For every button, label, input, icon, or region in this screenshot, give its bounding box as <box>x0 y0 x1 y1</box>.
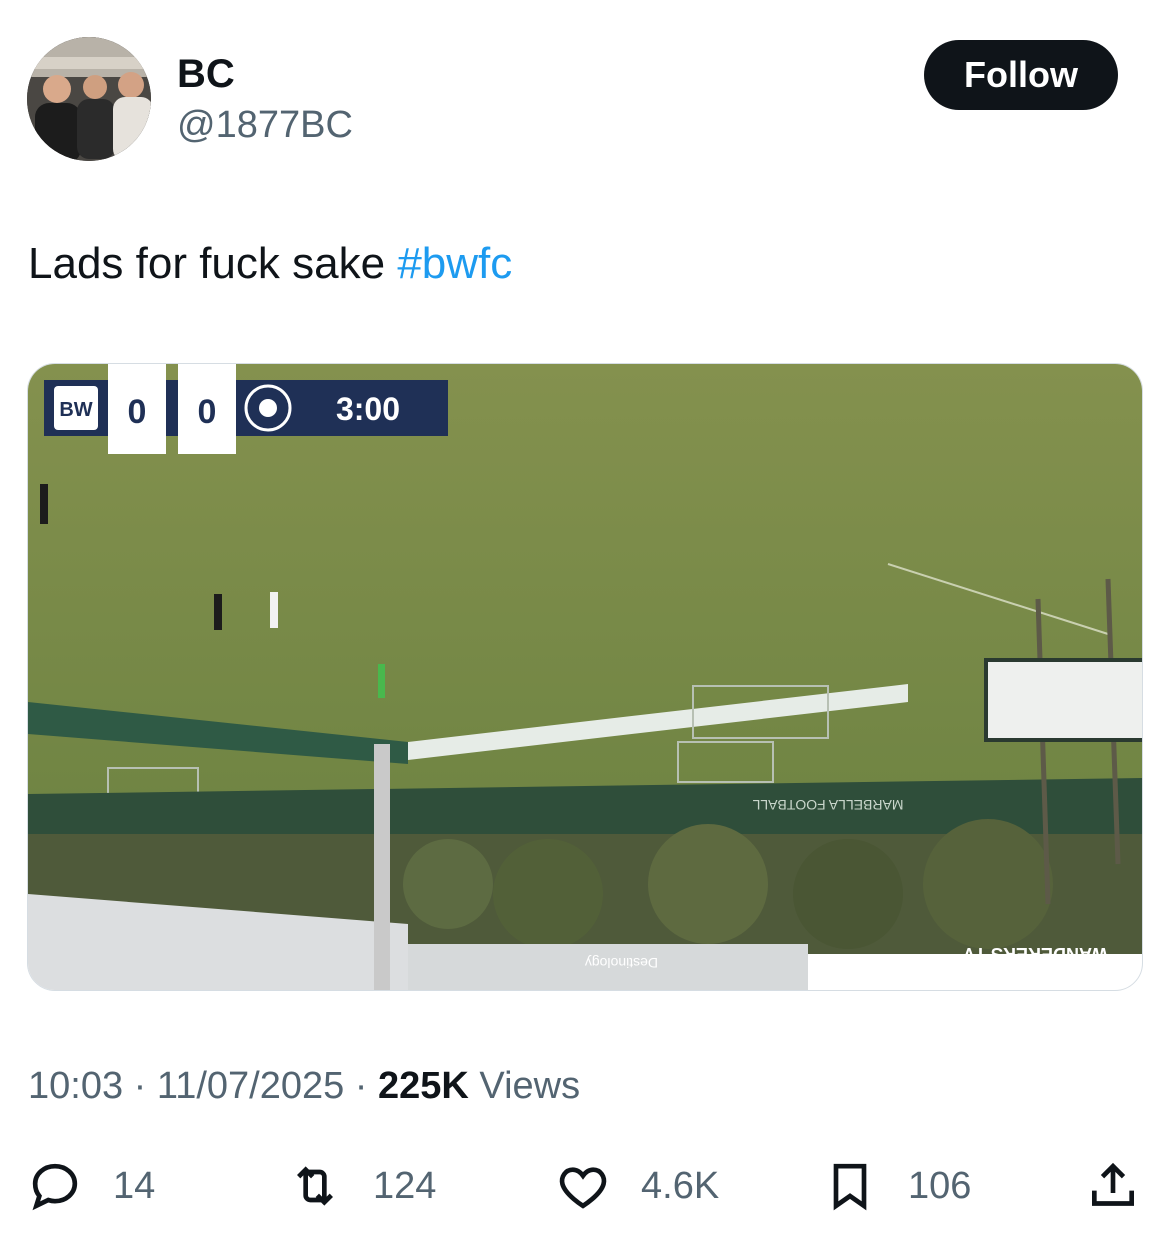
reply-icon <box>32 1163 78 1211</box>
tweet-meta: 10:03 · 11/07/2025 · 225K Views <box>28 1064 580 1108</box>
repost-icon <box>297 1166 333 1206</box>
hashtag-link[interactable]: #bwfc <box>397 239 512 288</box>
views-label: Views <box>468 1065 581 1107</box>
tweet-header: BC @1877BC Follow <box>27 37 1143 161</box>
share-icon <box>1092 1162 1134 1206</box>
avatar-image <box>27 37 151 161</box>
tweet-body: Lads for fuck sake <box>28 239 386 288</box>
tweet-date[interactable]: 11/07/2025 <box>157 1065 344 1107</box>
destinology-watermark: Destinology <box>585 955 658 971</box>
display-name[interactable]: BC <box>177 51 235 97</box>
bookmark-button[interactable]: 106 <box>822 1150 971 1222</box>
repost-count: 124 <box>373 1164 437 1207</box>
action-bar: 14 124 4.6K 106 <box>27 1150 1143 1222</box>
stand <box>984 658 1142 742</box>
tweet-text: Lads for fuck sake #bwfc <box>28 238 512 290</box>
ad-board-label: MARBELLA FOOTBALL <box>752 797 903 813</box>
repost-button[interactable]: 124 <box>287 1150 436 1222</box>
bookmark-icon <box>833 1163 867 1211</box>
user-handle[interactable]: @1877BC <box>177 103 353 147</box>
tweet-media[interactable]: MARBELLA FOOTBALL BW 0 0 3:00 WANDERERS … <box>27 363 1143 991</box>
meta-separator: · <box>344 1065 379 1107</box>
share-button[interactable] <box>1085 1150 1141 1222</box>
views-count: 225K <box>378 1065 469 1107</box>
meta-separator: · <box>123 1065 157 1107</box>
wanderers-tv-watermark: WANDERERS TV <box>963 944 1108 964</box>
bookmark-count: 106 <box>908 1164 972 1207</box>
match-clock: 3:00 <box>336 391 400 427</box>
video-frame: MARBELLA FOOTBALL BW 0 0 3:00 WANDERERS … <box>28 364 1142 990</box>
reply-count: 14 <box>113 1164 156 1207</box>
floodlight-tower <box>374 744 390 990</box>
heart-icon <box>559 1167 607 1209</box>
like-count: 4.6K <box>641 1164 720 1207</box>
reply-button[interactable]: 14 <box>27 1150 155 1222</box>
away-score: 0 <box>198 393 217 431</box>
avatar[interactable] <box>27 37 151 161</box>
tweet-time[interactable]: 10:03 <box>28 1065 123 1107</box>
follow-button[interactable]: Follow <box>924 40 1118 110</box>
home-score: 0 <box>128 393 147 431</box>
like-button[interactable]: 4.6K <box>555 1150 719 1222</box>
svg-text:BW: BW <box>59 399 92 421</box>
